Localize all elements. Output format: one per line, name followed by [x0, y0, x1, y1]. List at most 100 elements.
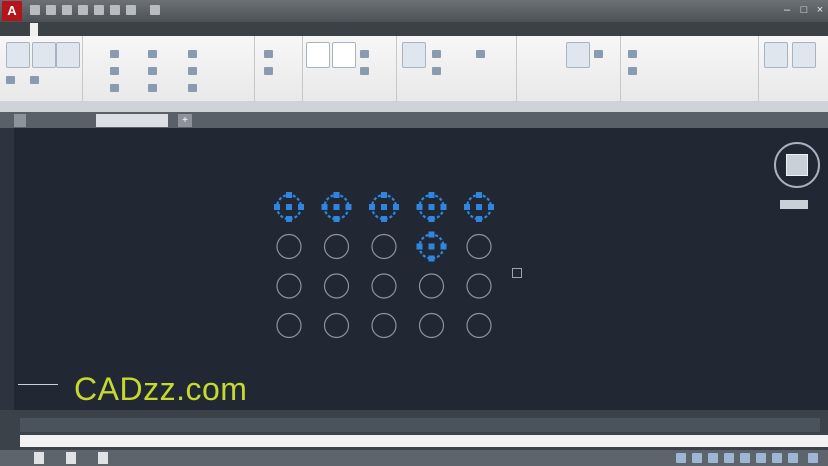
maximize-icon[interactable]: □ [797, 3, 811, 17]
circle[interactable] [466, 273, 492, 299]
text-tool-icon[interactable] [306, 42, 330, 68]
new-drawing-tab-button[interactable]: + [178, 114, 192, 127]
close-icon[interactable]: × [813, 3, 827, 17]
open-file-icon[interactable] [46, 5, 56, 15]
circle[interactable] [323, 312, 350, 339]
customization-icon[interactable] [788, 453, 798, 463]
layout1-tab[interactable] [66, 452, 76, 464]
edit-block-icon[interactable] [432, 67, 443, 77]
grip-handle[interactable] [464, 204, 470, 210]
circle[interactable] [276, 233, 302, 260]
drawing-canvas[interactable]: CADzz.com [14, 128, 828, 410]
grip-handle[interactable] [476, 192, 482, 198]
fillet-tool-icon[interactable] [188, 67, 199, 77]
grip-handle[interactable] [440, 204, 447, 210]
mirror-tool-icon[interactable] [148, 67, 159, 77]
layer-state-icon[interactable] [264, 67, 275, 77]
table-tool-icon[interactable] [360, 67, 371, 77]
grip-handle[interactable] [381, 204, 387, 210]
stretch-tool-icon[interactable] [110, 84, 121, 94]
rectangle-tool-icon[interactable] [30, 76, 41, 86]
dimension-tool-icon[interactable] [332, 42, 356, 68]
color-dropdown-icon[interactable] [594, 50, 605, 60]
grip-handle[interactable] [488, 204, 494, 210]
grip-handle[interactable] [428, 216, 435, 222]
grip-handle[interactable] [369, 204, 375, 210]
grip-handle[interactable] [428, 204, 435, 210]
grip-handle[interactable] [298, 204, 304, 210]
status-menu-icon[interactable] [808, 453, 818, 463]
command-input[interactable] [20, 435, 828, 447]
new-file-icon[interactable] [30, 5, 40, 15]
grip-handle[interactable] [381, 216, 387, 222]
linetype-dropdown-icon[interactable] [628, 50, 639, 60]
circle[interactable] [371, 273, 397, 299]
start-tab[interactable] [14, 114, 26, 127]
tab-home[interactable] [30, 23, 38, 36]
layer-properties-icon[interactable] [264, 50, 275, 60]
measure-tool-icon[interactable] [764, 42, 788, 68]
redo-icon[interactable] [126, 5, 136, 15]
lineweight-dropdown-icon[interactable] [628, 67, 639, 77]
grip-handle[interactable] [416, 204, 423, 210]
grip-handle[interactable] [476, 216, 482, 222]
grip-handle[interactable] [333, 192, 340, 198]
circle[interactable] [276, 312, 302, 339]
circle[interactable] [418, 312, 445, 339]
circle[interactable] [323, 273, 350, 299]
grid-toggle-icon[interactable] [676, 453, 686, 463]
grip-handle[interactable] [286, 216, 292, 222]
array-tool-icon[interactable] [188, 84, 199, 94]
ortho-toggle-icon[interactable] [708, 453, 718, 463]
grip-handle[interactable] [428, 255, 435, 262]
snap-toggle-icon[interactable] [692, 453, 702, 463]
grip-handle[interactable] [286, 204, 292, 210]
grip-handle[interactable] [381, 192, 387, 198]
model-tab[interactable] [34, 452, 44, 464]
circle[interactable] [323, 233, 350, 260]
grip-handle[interactable] [393, 204, 399, 210]
circle[interactable] [418, 273, 445, 299]
grip-handle[interactable] [321, 204, 328, 210]
circle-tool-icon[interactable] [56, 42, 80, 68]
grip-handle[interactable] [440, 243, 447, 250]
annotation-scale-icon[interactable] [756, 453, 766, 463]
print-icon[interactable] [94, 5, 104, 15]
polyline-tool-icon[interactable] [32, 42, 56, 68]
create-block-icon[interactable] [432, 50, 443, 60]
edit-attributes-icon[interactable] [476, 50, 487, 60]
paste-icon[interactable] [792, 42, 816, 68]
leader-tool-icon[interactable] [360, 50, 371, 60]
circle[interactable] [466, 312, 492, 339]
line-tool-icon[interactable] [6, 42, 30, 68]
minimize-icon[interactable]: – [780, 3, 794, 17]
scale-tool-icon[interactable] [148, 84, 159, 94]
grip-handle[interactable] [428, 243, 435, 250]
application-menu-button[interactable]: A [2, 1, 22, 21]
trim-tool-icon[interactable] [188, 50, 199, 60]
circle[interactable] [371, 233, 397, 260]
circle[interactable] [276, 273, 302, 299]
save-icon[interactable] [62, 5, 72, 15]
viewcube-face-icon[interactable] [786, 154, 808, 176]
wcs-menu-button[interactable] [780, 200, 808, 209]
undo-icon[interactable] [110, 5, 120, 15]
grip-handle[interactable] [428, 192, 435, 198]
polar-toggle-icon[interactable] [724, 453, 734, 463]
grip-handle[interactable] [416, 243, 423, 250]
workspace-dropdown-icon[interactable] [150, 5, 160, 15]
copy-tool-icon[interactable] [110, 67, 121, 77]
save-as-icon[interactable] [78, 5, 88, 15]
arc-tool-icon[interactable] [6, 76, 17, 86]
layout2-tab[interactable] [98, 452, 108, 464]
drawing-file-tab[interactable] [96, 114, 168, 127]
grip-handle[interactable] [274, 204, 280, 210]
rotate-tool-icon[interactable] [148, 50, 159, 60]
grip-handle[interactable] [476, 204, 482, 210]
match-properties-icon[interactable] [566, 42, 590, 68]
workspace-switch-icon[interactable] [772, 453, 782, 463]
grip-handle[interactable] [428, 231, 435, 238]
grip-handle[interactable] [333, 216, 340, 222]
grip-handle[interactable] [345, 204, 352, 210]
grip-handle[interactable] [333, 204, 340, 210]
